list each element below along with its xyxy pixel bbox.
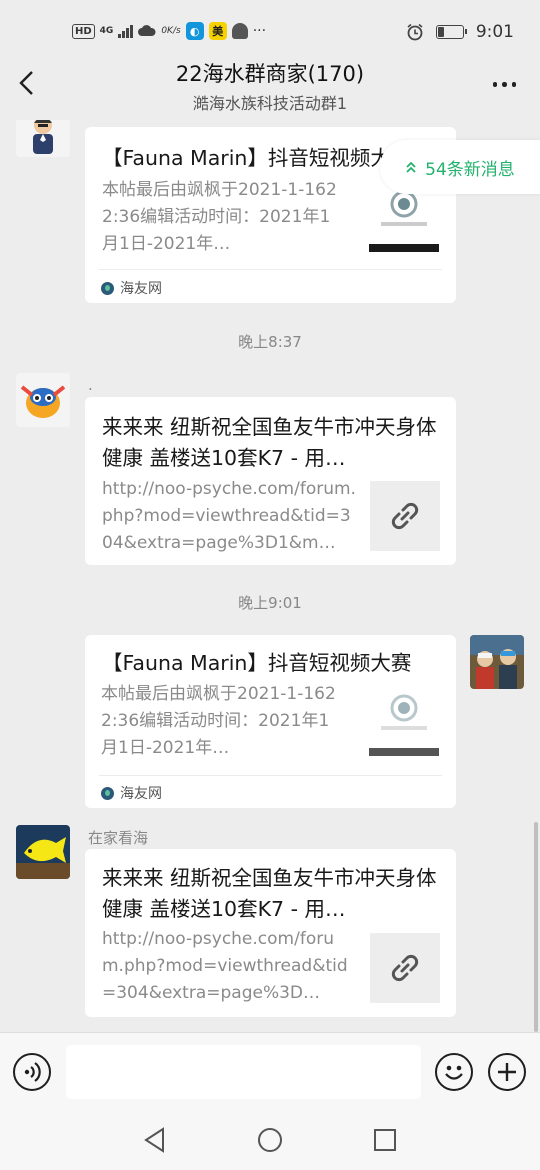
square-recents-icon xyxy=(374,1129,396,1151)
avatar[interactable] xyxy=(470,635,524,689)
card-description: http://noo-psyche.com/forum.php?mod=view… xyxy=(102,479,356,553)
emoji-icon xyxy=(445,1065,463,1080)
card-divider xyxy=(99,775,442,776)
avatar[interactable] xyxy=(16,373,70,427)
link-thumbnail xyxy=(370,481,440,551)
system-nav-bar xyxy=(0,1110,540,1170)
link-icon xyxy=(391,954,419,982)
chat-header: 22海水群商家(170) 澔海水族科技活动群1 xyxy=(0,48,540,120)
card-thumbnail xyxy=(369,686,439,756)
thumbnail-image xyxy=(369,686,439,756)
message-card[interactable]: 来来来 纽斯祝全国鱼友牛市冲天身体健康 盖楼送10套K7 - 用… http:/… xyxy=(85,849,456,1017)
chat-title: 22海水群商家(170) xyxy=(175,62,365,86)
card-divider xyxy=(99,269,442,270)
plus-button[interactable] xyxy=(488,1053,526,1091)
message-card[interactable]: 来来来 纽斯祝全国鱼友牛市冲天身体健康 盖楼送10套K7 - 用… http:/… xyxy=(85,397,456,565)
chat-subtitle: 澔海水族科技活动群1 xyxy=(192,94,348,113)
avatar-image xyxy=(16,373,70,427)
more-dots-icon[interactable] xyxy=(492,82,516,87)
scrollbar[interactable] xyxy=(534,822,538,1032)
card-description: 本帖最后由飒枫于2021-1-1622:36编辑活动时间：2021年1月1日-2… xyxy=(101,684,336,758)
message-card[interactable]: 【Fauna Marin】抖音短视频大赛 本帖最后由飒枫于2021-1-1622… xyxy=(85,635,456,808)
avatar-image xyxy=(16,825,70,879)
avatar[interactable] xyxy=(16,825,70,879)
card-source-label: 海友网 xyxy=(120,281,162,297)
voice-icon xyxy=(24,1062,41,1082)
timestamp: 晚上9:01 xyxy=(238,594,302,612)
plus-icon xyxy=(498,1063,516,1081)
chat-area[interactable]: 【Fauna Marin】抖音短视频大赛 本帖最后由飒枫于2021-1-1622… xyxy=(0,0,540,1032)
sender-name: 在家看海 xyxy=(88,829,149,847)
card-source: 海友网 xyxy=(101,783,162,803)
nav-back-button[interactable] xyxy=(141,1126,169,1154)
input-bar xyxy=(0,1032,540,1110)
voice-button[interactable] xyxy=(13,1053,51,1091)
triangle-back-icon xyxy=(144,1127,164,1153)
avatar-image xyxy=(470,635,524,689)
emoji-button[interactable] xyxy=(435,1053,473,1091)
card-source: 海友网 xyxy=(101,278,162,298)
haiyou-logo-icon xyxy=(101,281,114,295)
double-chevron-up-icon xyxy=(406,161,416,173)
link-thumbnail xyxy=(370,933,440,1003)
card-title: 【Fauna Marin】抖音短视频大赛 xyxy=(102,651,412,675)
new-messages-button[interactable]: 54条新消息 xyxy=(380,140,540,194)
card-description: http://noo-psyche.com/forum.php?mod=view… xyxy=(102,929,348,1003)
haiyou-logo-icon xyxy=(101,786,114,800)
sender-name: . xyxy=(88,376,93,394)
message-input[interactable] xyxy=(66,1045,421,1099)
nav-recents-button[interactable] xyxy=(371,1126,399,1154)
timestamp: 晚上8:37 xyxy=(238,333,302,351)
new-messages-label: 54条新消息 xyxy=(425,159,515,180)
circle-home-icon xyxy=(258,1128,282,1152)
card-title: 来来来 纽斯祝全国鱼友牛市冲天身体健康 盖楼送10套K7 - 用… xyxy=(102,866,437,921)
card-description: 本帖最后由飒枫于2021-1-1622:36编辑活动时间：2021年1月1日-2… xyxy=(102,180,337,254)
link-icon xyxy=(391,502,419,530)
card-title: 来来来 纽斯祝全国鱼友牛市冲天身体健康 盖楼送10套K7 - 用… xyxy=(102,415,437,470)
card-source-label: 海友网 xyxy=(120,786,162,802)
nav-home-button[interactable] xyxy=(256,1126,284,1154)
